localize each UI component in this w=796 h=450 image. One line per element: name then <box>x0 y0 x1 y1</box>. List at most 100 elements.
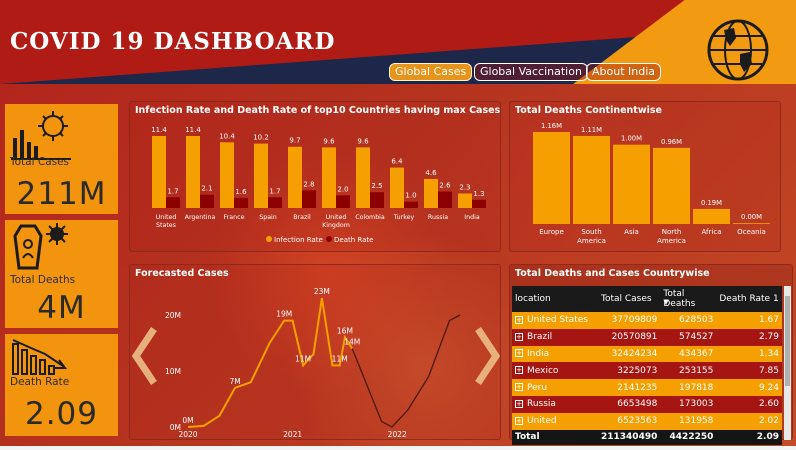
expand-icon[interactable]: + <box>515 366 523 375</box>
continent-category-label: Africa <box>702 228 722 236</box>
data-label-death: 1.7 <box>269 187 280 195</box>
footer-strip <box>0 446 796 450</box>
table-row[interactable]: + Peru 2141235 197818 9.24 <box>512 379 782 396</box>
chevron-right-icon[interactable] <box>474 327 500 385</box>
data-label-infection: 2.3 <box>459 183 470 191</box>
point-label: 0M <box>182 416 193 425</box>
globe-icon <box>707 19 769 81</box>
location-text: Russia <box>527 399 556 410</box>
total-deaths-label: Total Deaths <box>10 274 76 286</box>
y-tick-label: 20M <box>165 311 181 320</box>
cell-total-deaths: 197818 <box>660 379 717 396</box>
cell-total-cases: 37709809 <box>598 312 661 329</box>
cell-death-rate: 2.79 <box>716 328 782 346</box>
chevron-left-icon[interactable] <box>132 327 158 385</box>
bar-infection-rate <box>390 167 404 208</box>
table-row[interactable]: + Mexico 3225073 253155 7.85 <box>512 362 782 380</box>
data-label-death: 2.5 <box>371 182 382 190</box>
bar-death-rate <box>166 197 180 208</box>
point-label: 11M <box>332 354 348 363</box>
cell-location: + Mexico <box>512 362 598 380</box>
coffin-virus-icon <box>13 223 68 270</box>
data-label-infection: 10.2 <box>253 134 269 142</box>
expand-icon[interactable]: + <box>515 399 523 408</box>
sort-desc-icon: ▼ <box>663 298 669 306</box>
legend-swatch-infection <box>266 236 272 242</box>
cell-total-cases: 6653498 <box>598 395 661 413</box>
category-label: Spain <box>259 214 277 221</box>
country-table-title: Total Deaths and Cases Countrywise <box>515 268 710 279</box>
global-cases-button[interactable]: Global Cases <box>389 63 473 81</box>
expand-icon[interactable]: + <box>515 332 523 341</box>
bar-infection-rate <box>458 193 472 208</box>
cell-total-deaths: 253155 <box>660 362 717 380</box>
legend-death-rate: Death Rate <box>334 236 373 244</box>
continent-bar <box>613 144 650 224</box>
continent-category-label: Oceania <box>737 228 766 236</box>
continent-value-label: 0.96M <box>661 138 682 146</box>
category-label: United States <box>156 214 177 229</box>
category-label: Brazil <box>293 214 311 221</box>
country-table: location Total Cases Total Deaths ▼ Death… <box>512 286 782 445</box>
category-label: United Kingdom <box>322 214 350 229</box>
bar-infection-rate <box>322 147 336 208</box>
forecast-chart: Forecasted Cases 0M 10M 20M 2020 2021 2022 0M 7… <box>129 264 501 440</box>
location-text: Brazil <box>527 332 553 343</box>
data-label-infection: 11.4 <box>151 126 167 134</box>
bar-infection-rate <box>424 178 438 208</box>
table-total-row: Total 211340490 4422250 2.09 <box>512 429 782 445</box>
about-india-button[interactable]: About India <box>586 63 662 81</box>
cell-total-cases: 20570891 <box>598 328 661 346</box>
col-death-rate[interactable]: Death Rate 1 <box>716 286 782 312</box>
cell-death-rate: 2.02 <box>716 412 782 430</box>
cell-total-cases: 32424234 <box>598 345 661 363</box>
total-deaths-value: 4M <box>37 290 86 326</box>
table-row[interactable]: + Brazil 20570891 574527 2.79 <box>512 328 782 346</box>
category-label: France <box>224 214 245 221</box>
bar-infection-rate <box>254 143 268 208</box>
table-row[interactable]: + United States 37709809 628503 1.67 <box>512 312 782 329</box>
declining-chart-icon <box>12 339 67 375</box>
table-row[interactable]: + United 6523563 131958 2.02 <box>512 412 782 430</box>
category-label: Colombia <box>355 214 385 221</box>
x-tick-label: 2020 <box>178 430 197 439</box>
top10-chart-svg: 11.4 1.7 United States 11.4 2.1 Argentina 10.4 1… <box>151 126 486 244</box>
col-location[interactable]: location <box>512 286 598 312</box>
expand-icon[interactable]: + <box>515 349 523 358</box>
bar-infection-rate <box>220 142 234 208</box>
continent-bar <box>693 208 730 224</box>
data-label-infection: 11.4 <box>185 126 201 134</box>
total-cases: 211340490 <box>598 429 661 445</box>
table-row[interactable]: + India 32424234 434367 1.34 <box>512 345 782 363</box>
expand-icon[interactable]: + <box>515 416 523 425</box>
header-banner: COVID 19 DASHBOARD Global Cases Global V… <box>0 0 796 84</box>
bar-infection-rate <box>152 136 166 208</box>
data-label-death: 2.1 <box>201 185 212 193</box>
bar-death-rate <box>302 190 316 208</box>
expand-icon[interactable]: + <box>515 315 523 324</box>
death-rate-value: 2.09 <box>24 396 99 432</box>
col-total-deaths[interactable]: Total Deaths ▼ <box>660 286 717 312</box>
scrollbar-thumb[interactable] <box>785 296 790 386</box>
total-cases-label: Total Cases <box>10 156 70 168</box>
continent-bar <box>733 223 770 224</box>
actual-cases-line <box>187 298 354 428</box>
bar-death-rate <box>268 197 282 208</box>
bar-infection-rate <box>288 146 302 208</box>
global-vaccination-button[interactable]: Global Vaccination <box>474 63 588 81</box>
data-label-infection: 4.6 <box>425 169 437 177</box>
expand-icon[interactable]: + <box>515 383 523 392</box>
table-row[interactable]: + Russia 6653498 173003 2.60 <box>512 395 782 413</box>
cell-location: + Russia <box>512 395 598 413</box>
continent-deaths-chart: Total Deaths Continentwise 1.16M Europe 1.… <box>509 101 781 252</box>
death-rate-label: Death Rate <box>10 376 70 388</box>
death-rate-card: Death Rate 2.09 <box>5 334 118 436</box>
data-label-death: 1.6 <box>235 188 247 196</box>
category-label: Russia <box>428 214 448 221</box>
legend-swatch-death <box>326 236 332 242</box>
col-total-cases[interactable]: Total Cases <box>598 286 661 312</box>
data-label-death: 2.6 <box>439 182 451 190</box>
continent-bar <box>653 147 690 224</box>
table-scrollbar[interactable] <box>784 286 791 440</box>
point-label: 11M <box>295 354 311 363</box>
